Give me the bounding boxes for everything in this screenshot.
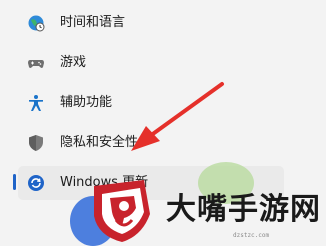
- selection-indicator: [13, 174, 16, 190]
- nav-item-label: 时间和语言: [60, 15, 126, 30]
- nav-item-gaming[interactable]: 游戏: [18, 46, 284, 80]
- watermark-url-text: dzstzc.com: [233, 232, 270, 239]
- globe-clock-icon: [27, 14, 45, 32]
- nav-item-accessibility[interactable]: 辅助功能: [18, 86, 284, 120]
- watermark-brand-text: 大嘴手游网: [166, 192, 321, 227]
- nav-item-privacy-security[interactable]: 隐私和安全性: [18, 126, 284, 160]
- accessibility-icon: [27, 94, 45, 112]
- windows-update-icon: [27, 174, 45, 192]
- gamepad-icon: [27, 54, 45, 72]
- watermark-logo-icon: [94, 180, 150, 242]
- nav-item-label: 隐私和安全性: [60, 135, 139, 150]
- nav-item-label: 游戏: [60, 55, 87, 70]
- nav-item-label: 辅助功能: [60, 95, 113, 110]
- nav-item-time-language[interactable]: 时间和语言: [18, 6, 284, 40]
- shield-icon: [27, 134, 45, 152]
